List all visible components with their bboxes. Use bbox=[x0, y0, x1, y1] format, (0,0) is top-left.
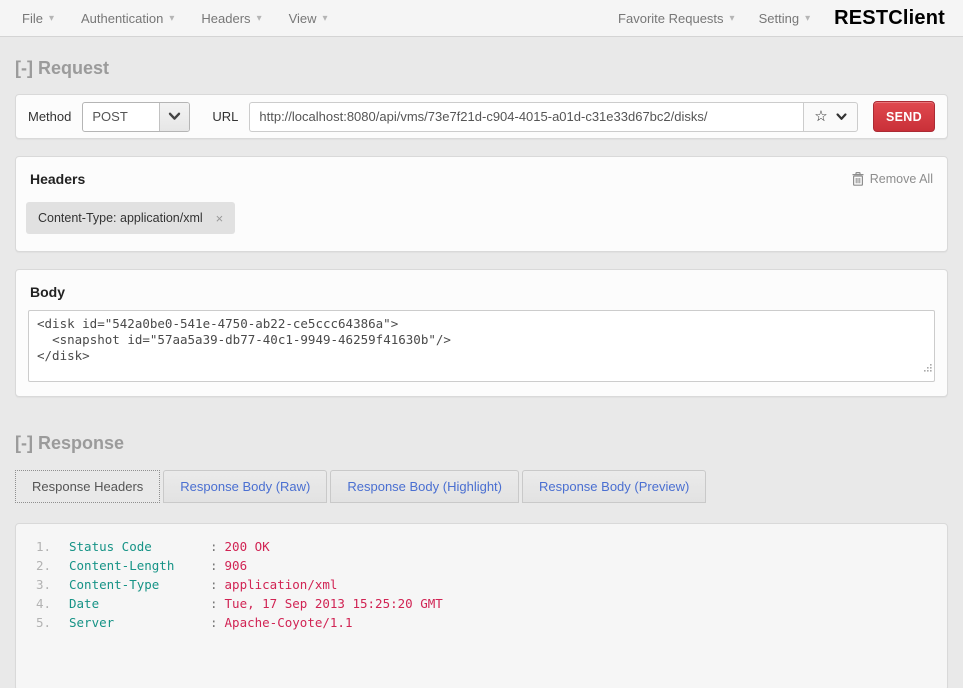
url-label: URL bbox=[212, 109, 238, 124]
remove-all-button[interactable]: Remove All bbox=[852, 172, 933, 186]
line-number: 3. bbox=[16, 575, 51, 594]
url-input[interactable] bbox=[249, 102, 803, 132]
remove-tag-icon[interactable]: × bbox=[216, 212, 224, 225]
response-header-row: 4. Date: Tue, 17 Sep 2013 15:25:20 GMT bbox=[16, 594, 947, 613]
tab-response-headers[interactable]: Response Headers bbox=[15, 470, 160, 503]
request-form-panel: Method POST URL ☆ SEND bbox=[15, 94, 948, 139]
response-section-toggle[interactable]: [-] Response bbox=[15, 433, 948, 454]
headers-panel: Headers Remove All Content-Type: applica… bbox=[15, 156, 948, 252]
send-button[interactable]: SEND bbox=[873, 101, 935, 132]
header-tag-text: Content-Type: application/xml bbox=[38, 211, 203, 225]
chevron-down-icon: ▾ bbox=[257, 13, 262, 24]
favorite-url-button[interactable]: ☆ bbox=[803, 102, 858, 132]
request-body-textarea[interactable]: <disk id="542a0be0-541e-4750-ab22-ce5ccc… bbox=[28, 310, 935, 382]
response-header-value: 906 bbox=[225, 558, 248, 573]
chevron-down-icon: ▾ bbox=[323, 13, 328, 24]
chevron-down-icon bbox=[159, 103, 189, 131]
request-section-toggle[interactable]: [-] Request bbox=[15, 58, 948, 79]
tab-response-body-preview[interactable]: Response Body (Preview) bbox=[522, 470, 706, 503]
response-header-row: 2. Content-Length:906 bbox=[16, 556, 947, 575]
navbar: File ▾ Authentication ▾ Headers ▾ View ▾… bbox=[0, 0, 963, 37]
header-tag: Content-Type: application/xml × bbox=[26, 202, 235, 234]
body-panel-title: Body bbox=[30, 284, 65, 300]
headers-panel-head: Headers Remove All bbox=[16, 157, 947, 199]
response-header-name: Content-Type bbox=[69, 575, 210, 594]
chevron-down-icon: ▾ bbox=[49, 13, 54, 24]
response-header-name: Server bbox=[69, 613, 210, 632]
menu-setting-label: Setting bbox=[759, 11, 799, 26]
line-number: 2. bbox=[16, 556, 51, 575]
response-header-value: Apache-Coyote/1.1 bbox=[225, 615, 353, 630]
menu-view[interactable]: View ▾ bbox=[289, 11, 328, 26]
response-header-name: Content-Length bbox=[69, 556, 210, 575]
trash-icon bbox=[852, 172, 864, 186]
menu-file-label: File bbox=[22, 11, 43, 26]
menu-headers[interactable]: Headers ▾ bbox=[201, 11, 261, 26]
menu-setting[interactable]: Setting ▾ bbox=[759, 11, 811, 26]
method-select-value: POST bbox=[83, 109, 159, 124]
tab-response-body-highlight[interactable]: Response Body (Highlight) bbox=[330, 470, 519, 503]
menu-headers-label: Headers bbox=[201, 11, 250, 26]
navbar-right: Favorite Requests ▾ Setting ▾ RESTClient bbox=[618, 7, 945, 30]
method-select[interactable]: POST bbox=[82, 102, 190, 132]
menu-favorite-requests-label: Favorite Requests bbox=[618, 11, 724, 26]
menu-authentication-label: Authentication bbox=[81, 11, 163, 26]
colon-separator: : bbox=[210, 615, 218, 630]
response-headers-panel: 1.Status Code:200 OK 2.Content-Length:90… bbox=[15, 523, 948, 688]
colon-separator: : bbox=[210, 596, 218, 611]
line-number: 4. bbox=[16, 594, 51, 613]
tab-response-body-raw[interactable]: Response Body (Raw) bbox=[163, 470, 327, 503]
menu-view-label: View bbox=[289, 11, 317, 26]
main-content: [-] Request Method POST URL ☆ SEND Heade… bbox=[0, 58, 963, 688]
brand-logo: RESTClient bbox=[834, 7, 945, 30]
body-panel: Body <disk id="542a0be0-541e-4750-ab22-c… bbox=[15, 269, 948, 397]
method-label: Method bbox=[28, 109, 71, 124]
response-tabs: Response Headers Response Body (Raw) Res… bbox=[15, 470, 948, 503]
chevron-down-icon bbox=[836, 113, 847, 121]
chevron-down-icon: ▾ bbox=[730, 13, 735, 24]
body-panel-head: Body bbox=[16, 270, 947, 310]
response-header-value: application/xml bbox=[225, 577, 338, 592]
remove-all-label: Remove All bbox=[870, 172, 933, 186]
line-number: 1. bbox=[16, 537, 51, 556]
response-header-row: 1. Status Code:200 OK bbox=[16, 537, 947, 556]
body-textarea-wrap: <disk id="542a0be0-541e-4750-ab22-ce5ccc… bbox=[28, 310, 935, 382]
menu-file[interactable]: File ▾ bbox=[22, 11, 54, 26]
response-header-row: 5. Server: Apache-Coyote/1.1 bbox=[16, 613, 947, 632]
headers-panel-title: Headers bbox=[30, 171, 85, 187]
response-header-name: Date bbox=[69, 594, 210, 613]
header-tags: Content-Type: application/xml × bbox=[16, 199, 947, 251]
colon-separator: : bbox=[210, 577, 218, 592]
star-icon: ☆ bbox=[814, 109, 827, 124]
colon-separator: : bbox=[210, 558, 218, 573]
response-header-row: 3. Content-Type: application/xml bbox=[16, 575, 947, 594]
chevron-down-icon: ▾ bbox=[805, 13, 810, 24]
response-header-value: Tue, 17 Sep 2013 15:25:20 GMT bbox=[225, 596, 443, 611]
chevron-down-icon: ▾ bbox=[169, 13, 174, 24]
response-header-value: 200 OK bbox=[225, 539, 270, 554]
colon-separator: : bbox=[210, 539, 218, 554]
menu-favorite-requests[interactable]: Favorite Requests ▾ bbox=[618, 11, 735, 26]
response-header-name: Status Code bbox=[69, 537, 210, 556]
line-number: 5. bbox=[16, 613, 51, 632]
url-input-group: ☆ bbox=[249, 102, 858, 132]
menu-authentication[interactable]: Authentication ▾ bbox=[81, 11, 174, 26]
navbar-left: File ▾ Authentication ▾ Headers ▾ View ▾ bbox=[22, 11, 355, 26]
